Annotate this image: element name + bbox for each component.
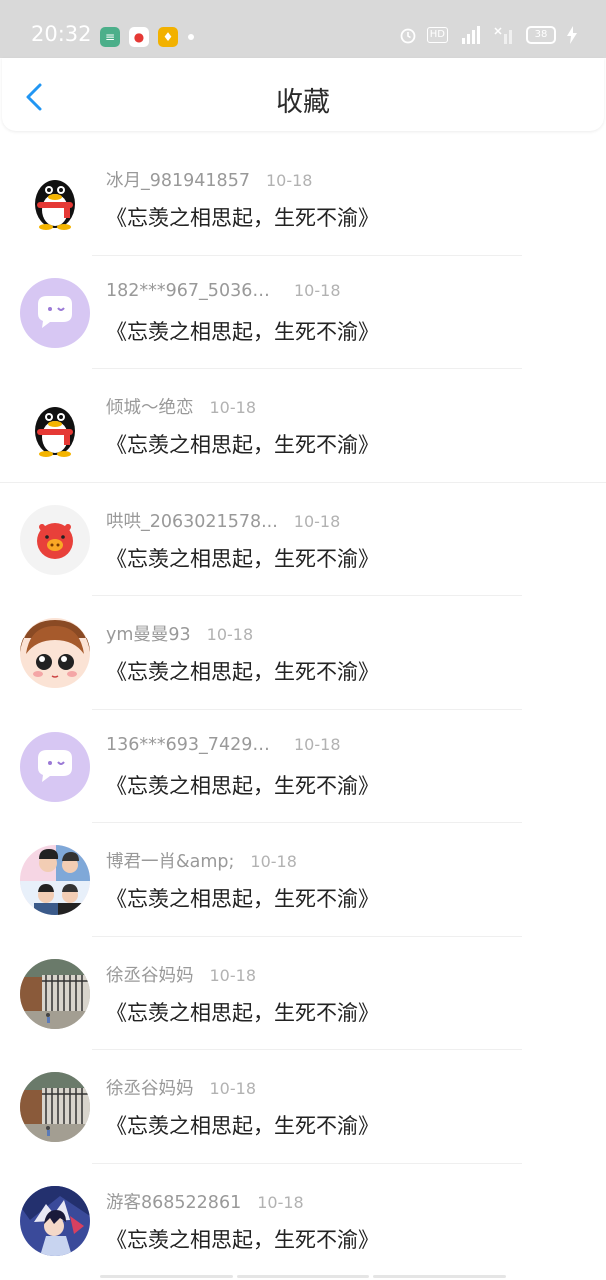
qq-penguin-icon	[20, 391, 90, 461]
avatar	[20, 845, 90, 915]
item-content: 《忘羡之相思起，生死不渝》	[106, 887, 379, 911]
list-item[interactable]: 游客868522861 10-18 《忘羡之相思起，生死不渝》	[0, 1164, 606, 1278]
user-name: 冰月_981941857	[106, 171, 250, 191]
avatar	[20, 618, 90, 688]
item-date: 10-18	[206, 625, 254, 644]
charging-icon	[567, 26, 577, 44]
gate-photo-icon	[20, 958, 90, 1029]
avatar	[20, 1185, 90, 1256]
user-name: 182***967_50361...	[106, 280, 278, 301]
user-name: 游客868522861	[106, 1192, 242, 1213]
item-content: 《忘羡之相思起，生死不渝》	[106, 1227, 379, 1252]
people-photo-icon	[20, 845, 90, 915]
user-name: 徐丞谷妈妈	[106, 965, 194, 986]
list-item[interactable]: 博君一肖&amp; 10-18 《忘羡之相思起，生死不渝》	[0, 823, 606, 937]
item-date: 10-18	[209, 1079, 257, 1098]
battery-icon: 38	[526, 26, 556, 44]
hd-icon: HD	[426, 27, 448, 43]
app-notification-icon: ≡	[100, 27, 120, 47]
list-item[interactable]: 136***693_74290... 10-18 《忘羡之相思起，生死不渝》	[0, 710, 606, 823]
avatar	[20, 731, 90, 802]
list-item[interactable]: 倾城～绝恋 10-18 《忘羡之相思起，生死不渝》	[0, 369, 606, 483]
list-item[interactable]: 徐丞谷妈妈 10-18 《忘羡之相思起，生死不渝》	[0, 937, 606, 1050]
item-date: 10-18	[257, 1192, 304, 1212]
pig-icon	[20, 504, 90, 575]
item-content: 《忘羡之相思起，生死不渝》	[106, 433, 379, 457]
item-content: 《忘羡之相思起，生死不渝》	[106, 773, 379, 798]
item-date: 10-18	[209, 398, 257, 417]
alarm-icon	[400, 28, 416, 44]
chat-bubble-icon	[20, 731, 90, 802]
item-content: 《忘羡之相思起，生死不渝》	[106, 1114, 379, 1138]
user-name: 倾城～绝恋	[106, 398, 194, 418]
diamond-app-icon: ♦	[158, 27, 178, 47]
user-name: 博君一肖&amp;	[106, 852, 235, 872]
item-date: 10-18	[294, 734, 341, 754]
anime-avatar-icon	[20, 1185, 90, 1256]
user-name: ym曼曼93	[106, 625, 191, 645]
cartoon-face-icon	[20, 618, 90, 688]
item-content: 《忘羡之相思起，生死不渝》	[106, 319, 379, 344]
favorites-list: 冰月_981941857 10-18 《忘羡之相思起，生死不渝》 182***96…	[0, 142, 606, 1277]
signal-icon	[462, 26, 480, 44]
list-item[interactable]: ym曼曼93 10-18 《忘羡之相思起，生死不渝》	[0, 596, 606, 710]
item-content: 《忘羡之相思起，生死不渝》	[106, 546, 379, 571]
status-time: 20:32	[31, 22, 92, 46]
avatar	[20, 958, 90, 1029]
item-date: 10-18	[294, 280, 341, 300]
user-name: 徐丞谷妈妈	[106, 1079, 194, 1099]
item-date: 10-18	[293, 511, 341, 531]
item-content: 《忘羡之相思起，生死不渝》	[106, 206, 379, 230]
gate-photo-icon	[20, 1072, 90, 1142]
item-content: 《忘羡之相思起，生死不渝》	[106, 1000, 379, 1025]
avatar	[20, 504, 90, 575]
chat-bubble-icon	[20, 277, 90, 348]
list-item[interactable]: 哄哄_2063021578... 10-18 《忘羡之相思起，生死不渝》	[0, 483, 606, 596]
user-name: 136***693_74290...	[106, 734, 278, 755]
status-bar: 20:32 ≡ ● ♦ HD 38	[0, 0, 606, 58]
item-date: 10-18	[209, 965, 257, 985]
item-content: 《忘羡之相思起，生死不渝》	[106, 660, 379, 684]
page-title: 收藏	[276, 87, 330, 118]
list-item[interactable]: 182***967_50361... 10-18 《忘羡之相思起，生死不渝》	[0, 256, 606, 369]
nav-header: 收藏	[2, 58, 604, 131]
user-name: 哄哄_2063021578...	[106, 511, 278, 532]
avatar	[20, 277, 90, 348]
more-notifications-dot-icon	[188, 34, 194, 40]
scroll-indicator	[100, 1275, 507, 1278]
weibo-icon: ●	[129, 27, 149, 47]
list-item[interactable]: 徐丞谷妈妈 10-18 《忘羡之相思起，生死不渝》	[0, 1050, 606, 1164]
qq-penguin-icon	[20, 164, 90, 234]
list-item[interactable]: 冰月_981941857 10-18 《忘羡之相思起，生死不渝》	[0, 142, 606, 256]
avatar	[20, 1072, 90, 1142]
signal-off-icon	[494, 27, 512, 44]
item-date: 10-18	[265, 171, 313, 190]
item-date: 10-18	[250, 852, 297, 871]
avatar	[20, 164, 90, 234]
avatar	[20, 391, 90, 461]
